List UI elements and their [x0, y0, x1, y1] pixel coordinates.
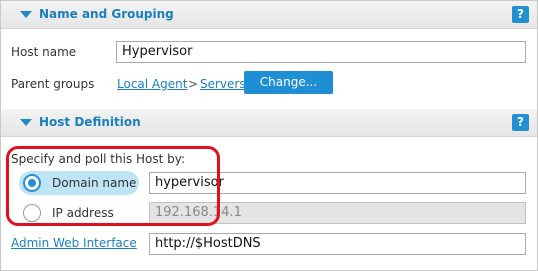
parent-group-local-agent-link[interactable]: Local Agent: [117, 77, 187, 91]
domain-name-option[interactable]: Domain name: [19, 171, 139, 195]
host-definition-title: Host Definition: [39, 115, 141, 129]
specify-poll-label: Specify and poll this Host by:: [11, 152, 186, 166]
breadcrumb-separator: >: [188, 77, 199, 91]
parent-group-servers-link[interactable]: Servers: [200, 77, 246, 91]
admin-web-interface-link[interactable]: Admin Web Interface: [11, 236, 137, 250]
ip-address-radio[interactable]: [23, 204, 41, 222]
host-name-input[interactable]: Hypervisor: [116, 41, 526, 63]
ip-address-label: IP address: [52, 206, 114, 220]
ip-address-input: 192.168.14.1: [149, 202, 526, 224]
radio-dot-icon: [28, 179, 36, 187]
change-groups-button[interactable]: Change...: [244, 71, 333, 94]
name-grouping-title: Name and Grouping: [39, 7, 174, 21]
collapse-triangle-icon[interactable]: [20, 119, 32, 126]
ip-address-option[interactable]: IP address: [19, 201, 139, 225]
host-name-label: Host name: [11, 45, 77, 59]
host-definition-header[interactable]: Host Definition ?: [1, 109, 537, 137]
domain-name-input[interactable]: hypervisor: [149, 172, 526, 194]
admin-web-interface-input[interactable]: http://$HostDNS: [149, 233, 526, 255]
name-grouping-header[interactable]: Name and Grouping ?: [1, 1, 537, 29]
collapse-triangle-icon[interactable]: [20, 11, 32, 18]
domain-name-label: Domain name: [52, 176, 137, 190]
help-icon[interactable]: ?: [512, 114, 529, 131]
domain-name-radio[interactable]: [23, 174, 41, 192]
parent-groups-label: Parent groups: [11, 77, 95, 91]
help-icon[interactable]: ?: [512, 6, 529, 23]
